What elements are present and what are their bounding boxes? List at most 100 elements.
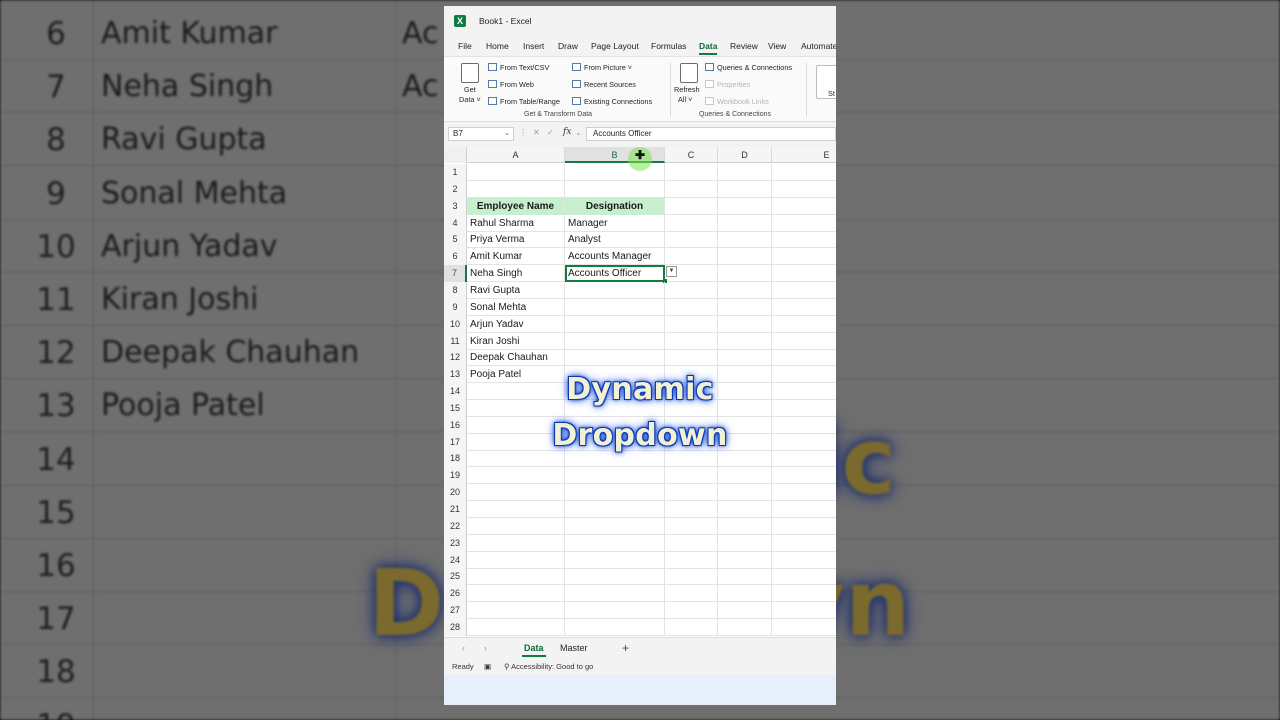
tab-view[interactable]: View	[768, 41, 786, 51]
cell-c22[interactable]	[665, 517, 718, 535]
row-header[interactable]: 16	[444, 416, 467, 434]
cell-c8[interactable]	[665, 281, 718, 299]
from-web-button[interactable]: From Web	[488, 80, 534, 89]
row-header[interactable]: 1	[444, 164, 467, 181]
cell-a12[interactable]: Deepak Chauhan	[467, 349, 565, 367]
cell-d22[interactable]	[718, 517, 772, 535]
cell-e21[interactable]	[772, 501, 836, 518]
cell-e4[interactable]	[772, 215, 836, 232]
cell-e6[interactable]	[772, 248, 836, 265]
column-header-d[interactable]: D	[718, 147, 772, 163]
cell-a9[interactable]: Sonal Mehta	[467, 298, 565, 316]
row-header[interactable]: 22	[444, 517, 467, 535]
row-header[interactable]: 28	[444, 618, 467, 636]
cell-b8[interactable]	[565, 281, 665, 299]
cell-b23[interactable]	[565, 534, 665, 552]
row-header[interactable]: 15	[444, 399, 467, 417]
name-box[interactable]: B7 ⌄	[448, 127, 514, 141]
row-header[interactable]: 4	[444, 214, 467, 232]
cell-d24[interactable]	[718, 551, 772, 569]
row-header[interactable]: 18	[444, 450, 467, 468]
cell-a8[interactable]: Ravi Gupta	[467, 281, 565, 299]
cell-d26[interactable]	[718, 585, 772, 603]
cell-a3[interactable]: Employee Name	[467, 197, 565, 215]
cell-e3[interactable]	[772, 198, 836, 215]
cell-e23[interactable]	[772, 535, 836, 552]
cell-a1[interactable]	[467, 164, 565, 181]
cell-a21[interactable]	[467, 501, 565, 518]
row-header[interactable]: 26	[444, 585, 467, 603]
cell-d11[interactable]	[718, 332, 772, 350]
macro-record-icon[interactable]: ▣	[484, 662, 491, 671]
cell-a22[interactable]	[467, 517, 565, 535]
prev-sheet-icon[interactable]: ‹	[462, 643, 465, 653]
cell-b12[interactable]	[565, 349, 665, 367]
cell-c19[interactable]	[665, 467, 718, 485]
cell-d28[interactable]	[718, 618, 772, 636]
cell-c28[interactable]	[665, 618, 718, 636]
cell-b21[interactable]	[565, 501, 665, 518]
row-header[interactable]: 10	[444, 315, 467, 333]
cell-b1[interactable]	[565, 164, 665, 181]
row-header[interactable]: 3	[444, 197, 467, 215]
cell-d12[interactable]	[718, 349, 772, 367]
cell-e8[interactable]	[772, 282, 836, 299]
cell-d23[interactable]	[718, 534, 772, 552]
cell-c5[interactable]	[665, 231, 718, 249]
cell-d2[interactable]	[718, 180, 772, 198]
cell-b4[interactable]: Manager	[565, 214, 665, 232]
cell-a28[interactable]	[467, 618, 565, 636]
insert-function-icon[interactable]: fx	[563, 127, 571, 137]
cell-e19[interactable]	[772, 467, 836, 484]
row-header[interactable]: 5	[444, 231, 467, 249]
cell-b9[interactable]	[565, 298, 665, 316]
refresh-all-button[interactable]: All ˅	[678, 95, 692, 104]
cell-a4[interactable]: Rahul Sharma	[467, 214, 565, 232]
tab-automate[interactable]: Automate	[801, 41, 836, 51]
cell-b2[interactable]	[565, 180, 665, 198]
cell-c6[interactable]	[665, 248, 718, 266]
row-header[interactable]: 14	[444, 383, 467, 401]
cell-d19[interactable]	[718, 467, 772, 485]
tab-draw[interactable]: Draw	[558, 41, 578, 51]
workbook-links-button[interactable]: Workbook Links	[705, 97, 769, 106]
cell-e22[interactable]	[772, 518, 836, 535]
properties-button[interactable]: Properties	[705, 80, 750, 89]
cell-b25[interactable]	[565, 568, 665, 586]
cell-a19[interactable]	[467, 467, 565, 485]
cell-c20[interactable]	[665, 484, 718, 502]
cell-b22[interactable]	[565, 517, 665, 535]
cell-d21[interactable]	[718, 501, 772, 518]
cell-d27[interactable]	[718, 602, 772, 620]
row-header[interactable]: 9	[444, 298, 467, 316]
cell-b19[interactable]	[565, 467, 665, 485]
existing-connections-button[interactable]: Existing Connections	[572, 97, 652, 106]
cell-e17[interactable]	[772, 434, 836, 451]
cell-d7[interactable]	[718, 265, 772, 283]
row-header[interactable]: 21	[444, 501, 467, 518]
row-header[interactable]: 2	[444, 180, 467, 198]
column-header-c[interactable]: C	[665, 147, 718, 163]
formula-input[interactable]: Accounts Officer	[586, 127, 836, 141]
cell-d6[interactable]	[718, 248, 772, 266]
cell-c3[interactable]	[665, 197, 718, 215]
cell-a11[interactable]: Kiran Joshi	[467, 332, 565, 350]
cell-e12[interactable]	[772, 349, 836, 366]
cell-b10[interactable]	[565, 315, 665, 333]
cell-d20[interactable]	[718, 484, 772, 502]
from-picture-button[interactable]: From Picture ˅	[572, 63, 632, 72]
cell-e16[interactable]	[772, 417, 836, 434]
cell-b24[interactable]	[565, 551, 665, 569]
chevron-down-icon[interactable]: ⌄	[504, 128, 510, 140]
row-header[interactable]: 17	[444, 433, 467, 451]
accessibility-status[interactable]: ⚲ Accessibility: Good to go	[504, 662, 593, 671]
cell-d25[interactable]	[718, 568, 772, 586]
next-sheet-icon[interactable]: ›	[484, 643, 487, 653]
cell-d5[interactable]	[718, 231, 772, 249]
cell-c23[interactable]	[665, 534, 718, 552]
row-header[interactable]: 23	[444, 534, 467, 552]
row-header[interactable]: 27	[444, 602, 467, 620]
cell-c11[interactable]	[665, 332, 718, 350]
row-header[interactable]: 6	[444, 248, 467, 266]
cell-b11[interactable]	[565, 332, 665, 350]
